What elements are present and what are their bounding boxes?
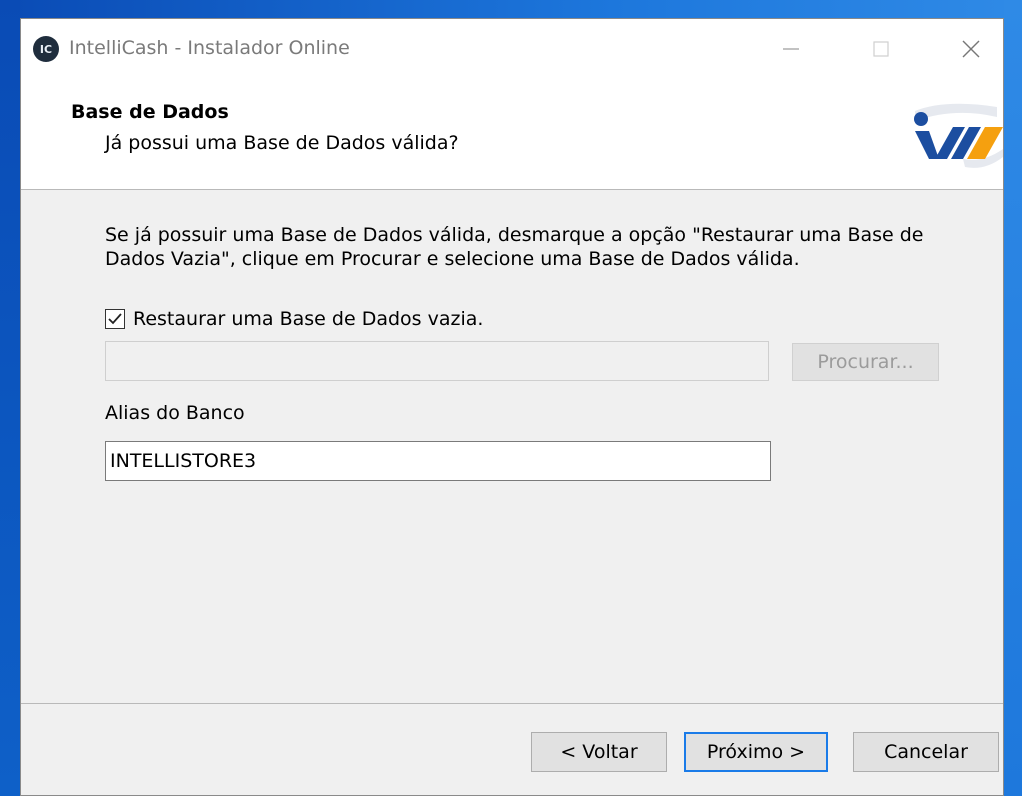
- instructions-text: Se já possuir uma Base de Dados válida, …: [105, 224, 924, 270]
- page-title: Base de Dados: [71, 101, 229, 123]
- window-title: IntelliCash - Instalador Online: [69, 37, 350, 59]
- cancel-button[interactable]: Cancelar: [853, 732, 999, 772]
- minimize-icon: [783, 48, 799, 50]
- database-path-input[interactable]: [105, 341, 769, 381]
- page-subtitle: Já possui uma Base de Dados válida?: [105, 132, 459, 154]
- minimize-button[interactable]: [771, 31, 811, 67]
- maximize-icon: [873, 41, 889, 57]
- back-button[interactable]: < Voltar: [531, 732, 667, 772]
- footer-divider: [21, 703, 1003, 704]
- company-logo: [914, 103, 1003, 168]
- restore-checkbox-row[interactable]: Restaurar uma Base de Dados vazia.: [105, 308, 483, 330]
- restore-checkbox-label[interactable]: Restaurar uma Base de Dados vazia.: [133, 308, 483, 330]
- wizard-header: Base de Dados Já possui uma Base de Dado…: [21, 81, 1003, 190]
- alias-label: Alias do Banco: [105, 402, 245, 424]
- maximize-button[interactable]: [861, 31, 901, 67]
- checkmark-icon: [108, 313, 122, 325]
- next-button[interactable]: Próximo >: [684, 732, 828, 772]
- desktop-background-left: [0, 0, 20, 796]
- close-icon: [962, 40, 980, 58]
- desktop-background-right: [1004, 0, 1022, 796]
- installer-window: IC IntelliCash - Instalador Online Base …: [20, 18, 1004, 796]
- browse-button[interactable]: Procurar...: [792, 343, 939, 381]
- restore-checkbox[interactable]: [105, 309, 125, 329]
- close-button[interactable]: [951, 31, 991, 67]
- app-icon: IC: [33, 36, 59, 62]
- alias-input[interactable]: INTELLISTORE3: [105, 441, 771, 481]
- wizard-content: Se já possuir uma Base de Dados válida, …: [21, 190, 1003, 704]
- title-bar[interactable]: IC IntelliCash - Instalador Online: [21, 19, 1003, 81]
